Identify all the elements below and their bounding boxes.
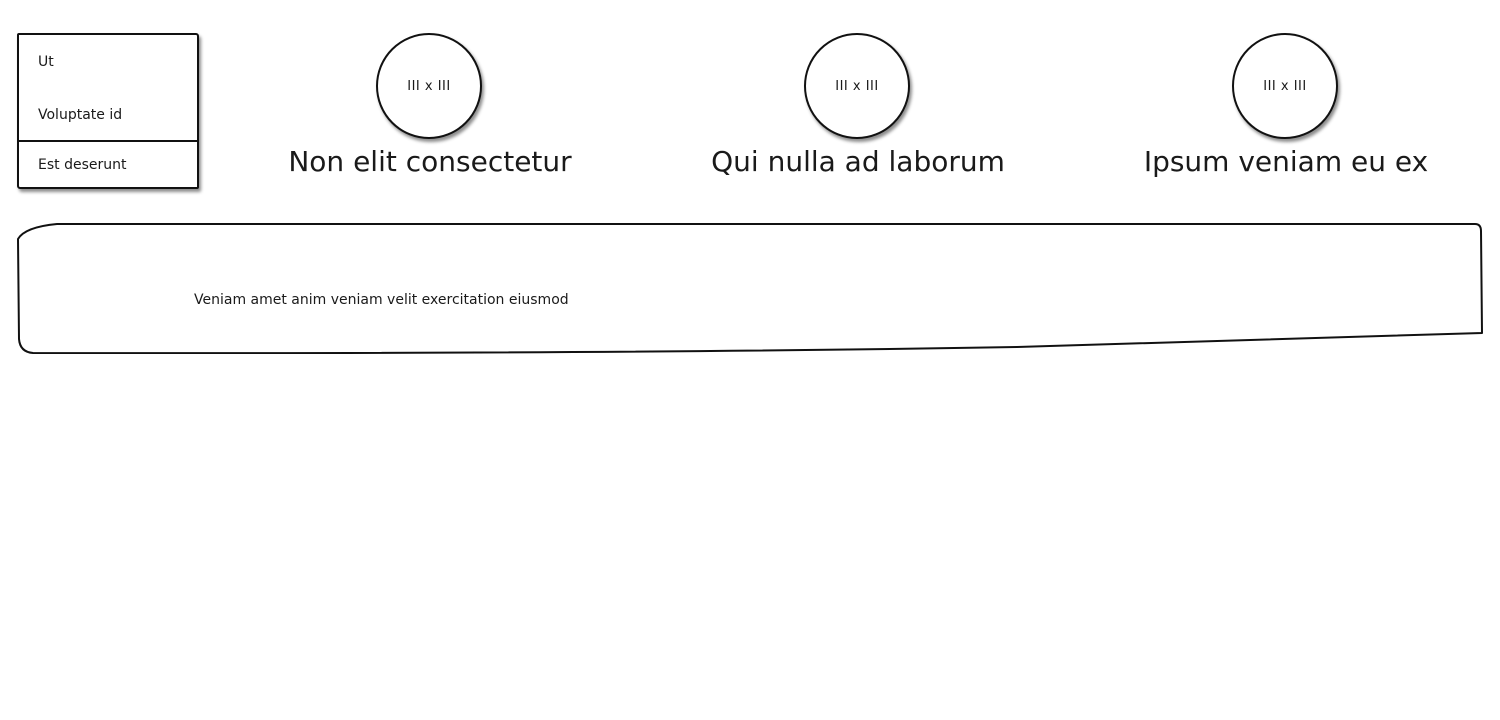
avatar-placeholder[interactable]: III x III bbox=[1232, 33, 1338, 139]
profile-name: Qui nulla ad laborum bbox=[711, 145, 1005, 178]
panel-border bbox=[17, 223, 1483, 354]
avatar-placeholder[interactable]: III x III bbox=[804, 33, 910, 139]
menu-divider bbox=[19, 140, 197, 142]
text-panel: Veniam amet anim veniam velit exercitati… bbox=[17, 223, 1483, 354]
profile-card: III x III Ipsum veniam eu ex bbox=[1121, 33, 1451, 193]
profile-name: Ipsum veniam eu ex bbox=[1143, 145, 1429, 178]
avatar-size-label: III x III bbox=[1263, 78, 1307, 94]
avatar-placeholder[interactable]: III x III bbox=[376, 33, 482, 139]
avatar-size-label: III x III bbox=[407, 78, 451, 94]
panel-text: Veniam amet anim veniam velit exercitati… bbox=[194, 292, 569, 308]
profile-name: Non elit consectetur bbox=[288, 145, 572, 178]
menu-item-ut[interactable]: Ut bbox=[38, 54, 54, 70]
avatar-size-label: III x III bbox=[835, 78, 879, 94]
menu-box: Ut Voluptate id Est deserunt bbox=[17, 33, 199, 189]
menu-item-est-deserunt[interactable]: Est deserunt bbox=[38, 157, 126, 173]
profile-card: III x III Qui nulla ad laborum bbox=[693, 33, 1023, 193]
menu-item-voluptate-id[interactable]: Voluptate id bbox=[38, 107, 122, 123]
profile-card: III x III Non elit consectetur bbox=[265, 33, 595, 193]
page: Ut Voluptate id Est deserunt III x III N… bbox=[0, 0, 1500, 720]
